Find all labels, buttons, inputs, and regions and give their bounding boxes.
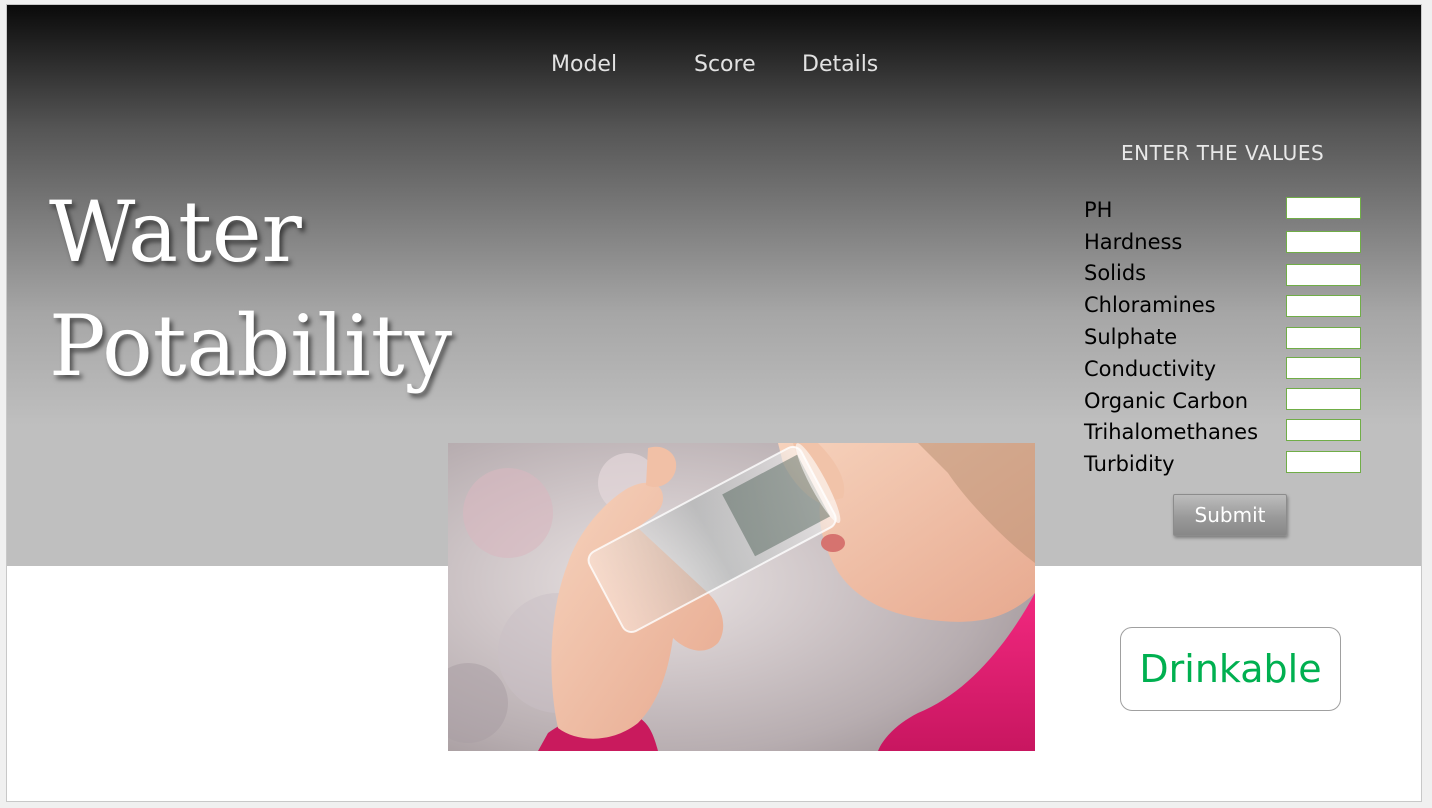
label-sulphate: Sulphate <box>1084 325 1178 349</box>
page-title-line-1: Water <box>49 183 302 281</box>
label-conductivity: Conductivity <box>1084 357 1216 381</box>
child-drinking-water-image <box>448 443 1035 751</box>
label-trihalomethanes: Trihalomethanes <box>1084 420 1259 444</box>
nav-score[interactable]: Score <box>694 52 756 77</box>
label-turbidity: Turbidity <box>1084 452 1175 476</box>
hardness-input[interactable] <box>1286 231 1361 253</box>
page-title-line-2: Potability <box>49 297 453 395</box>
label-organic-carbon: Organic Carbon <box>1084 389 1249 413</box>
organic-carbon-input[interactable] <box>1286 388 1361 410</box>
nav-details[interactable]: Details <box>802 52 878 77</box>
prediction-result-text: Drinkable <box>1139 647 1322 691</box>
solids-input[interactable] <box>1286 264 1361 286</box>
ph-input[interactable] <box>1286 197 1361 219</box>
chloramines-input[interactable] <box>1286 295 1361 317</box>
prediction-result: Drinkable <box>1120 627 1341 711</box>
conductivity-input[interactable] <box>1286 357 1361 379</box>
label-hardness: Hardness <box>1084 230 1183 254</box>
sulphate-input[interactable] <box>1286 327 1361 349</box>
photo-illustration <box>448 443 1035 751</box>
label-chloramines: Chloramines <box>1084 293 1216 317</box>
nav-model[interactable]: Model <box>551 52 617 77</box>
turbidity-input[interactable] <box>1286 451 1361 473</box>
slide: Model Score Details Water Potability ENT… <box>6 4 1422 802</box>
submit-button[interactable]: Submit <box>1173 494 1287 536</box>
trihalomethanes-input[interactable] <box>1286 419 1361 441</box>
label-solids: Solids <box>1084 261 1147 285</box>
label-ph: PH <box>1084 198 1113 222</box>
form-heading: ENTER THE VALUES <box>1121 141 1325 165</box>
